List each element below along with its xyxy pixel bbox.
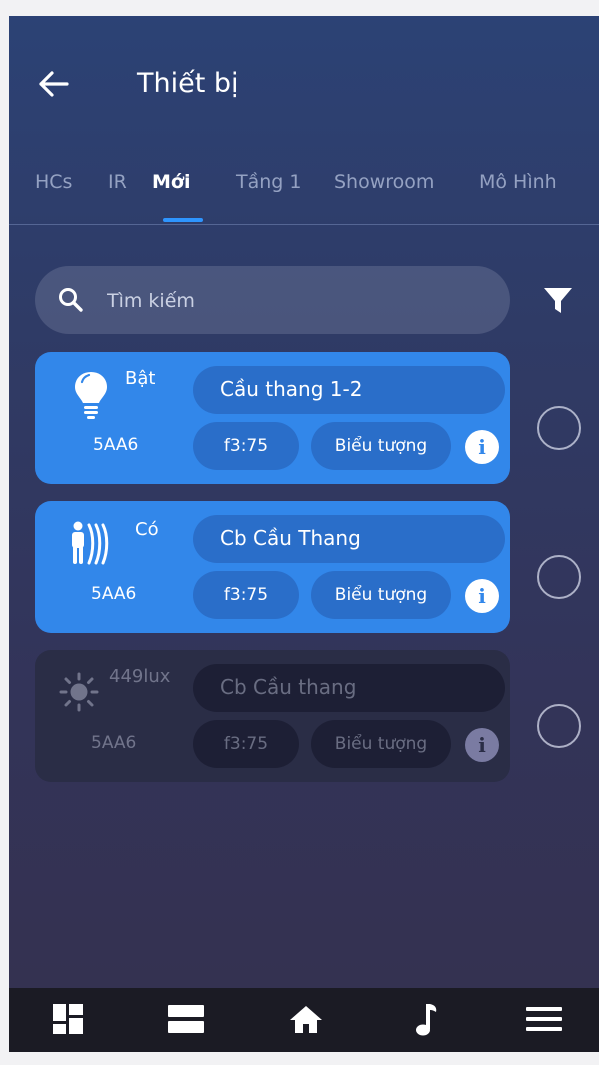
device-id: 5AA6: [91, 584, 137, 604]
music-icon: [416, 1004, 437, 1036]
select-radio[interactable]: [537, 704, 581, 748]
device-id: 5AA6: [93, 435, 139, 455]
device-address: f3:75: [223, 585, 269, 605]
device-address-field[interactable]: f3:75: [193, 422, 299, 470]
filter-icon: [544, 288, 572, 313]
tab-hcs[interactable]: HCs: [35, 171, 72, 193]
search-icon: [59, 288, 83, 312]
info-icon: i: [478, 733, 486, 757]
page-title: Thiết bị: [137, 68, 239, 99]
select-radio[interactable]: [537, 406, 581, 450]
tab-bar: HCs IR Mới Tầng 1 Showroom Mô Hình: [9, 156, 599, 225]
device-address-field[interactable]: f3:75: [193, 720, 299, 768]
device-id: 5AA6: [91, 733, 137, 753]
select-radio[interactable]: [537, 555, 581, 599]
filter-button[interactable]: [541, 284, 575, 316]
nav-rooms-button[interactable]: [166, 1002, 206, 1040]
device-name-field[interactable]: Cb Cầu thang: [193, 664, 505, 712]
icon-select-label: Biểu tượng: [334, 734, 428, 754]
info-icon: i: [478, 435, 486, 459]
device-card[interactable]: Có 5AA6 Cb Cầu Thang f3:75 Biểu tượng i: [35, 501, 510, 633]
back-button[interactable]: [33, 64, 73, 104]
icon-select-button[interactable]: Biểu tượng: [311, 720, 451, 768]
menu-icon: [526, 1007, 562, 1031]
device-state: Có: [135, 519, 159, 540]
tab-tang-1[interactable]: Tầng 1: [236, 171, 301, 193]
device-card[interactable]: Bật 5AA6 Cầu thang 1-2 f3:75 Biểu tượng …: [35, 352, 510, 484]
nav-music-button[interactable]: [411, 1002, 441, 1042]
device-address: f3:75: [223, 734, 269, 754]
info-button[interactable]: i: [465, 579, 499, 613]
active-tab-indicator: [163, 218, 203, 222]
search-input[interactable]: [105, 285, 489, 317]
rooms-icon: [168, 1005, 204, 1033]
sun-icon: [59, 672, 99, 712]
home-icon: [290, 1006, 322, 1033]
search-bar[interactable]: [35, 266, 510, 334]
dashboard-icon: [53, 1004, 83, 1034]
info-button[interactable]: i: [465, 728, 499, 762]
icon-select-label: Biểu tượng: [334, 585, 428, 605]
device-name: Cầu thang 1-2: [220, 377, 363, 401]
icon-select-button[interactable]: Biểu tượng: [311, 571, 451, 619]
info-icon: i: [478, 584, 486, 608]
icon-select-label: Biểu tượng: [334, 436, 428, 456]
bottom-navigation: [9, 988, 599, 1052]
device-name-field[interactable]: Cb Cầu Thang: [193, 515, 505, 563]
tab-showroom[interactable]: Showroom: [334, 171, 434, 193]
device-card[interactable]: 449lux 5AA6 Cb Cầu thang f3:75 Biểu tượn…: [35, 650, 510, 782]
tab-mo-hinh[interactable]: Mô Hình: [479, 171, 557, 193]
device-state: 449lux: [109, 666, 171, 687]
nav-menu-button[interactable]: [524, 1002, 564, 1040]
lightbulb-icon: [75, 372, 107, 419]
app-header: Thiết bị: [9, 16, 599, 156]
device-list-screen: Thiết bị HCs IR Mới Tầng 1 Showroom Mô H…: [9, 16, 599, 1052]
nav-home-button[interactable]: [288, 1002, 324, 1040]
nav-dashboard-button[interactable]: [51, 1002, 85, 1040]
device-name: Cb Cầu Thang: [220, 526, 361, 550]
motion-sensor-icon: [72, 521, 109, 565]
device-state: Bật: [125, 368, 156, 389]
device-address-field[interactable]: f3:75: [193, 571, 299, 619]
device-name: Cb Cầu thang: [220, 675, 357, 699]
info-button[interactable]: i: [465, 430, 499, 464]
tab-ir[interactable]: IR: [108, 171, 127, 193]
icon-select-button[interactable]: Biểu tượng: [311, 422, 451, 470]
device-name-field[interactable]: Cầu thang 1-2: [193, 366, 505, 414]
arrow-left-icon: [39, 71, 69, 97]
tab-moi[interactable]: Mới: [152, 171, 190, 193]
device-address: f3:75: [223, 436, 269, 456]
